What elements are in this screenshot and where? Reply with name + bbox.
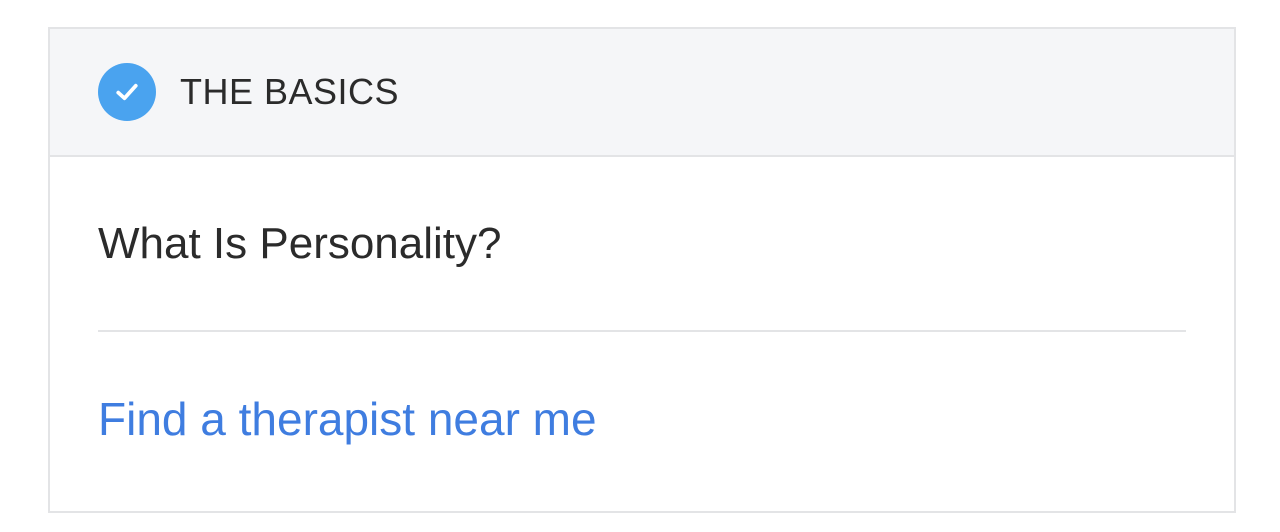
card-body: What Is Personality? Find a therapist ne… — [50, 157, 1234, 446]
section-title: THE BASICS — [180, 71, 400, 112]
card-header: THE BASICS — [50, 29, 1234, 157]
check-circle-icon — [98, 63, 156, 121]
basics-card: THE BASICS What Is Personality? Find a t… — [48, 27, 1236, 513]
find-therapist-link[interactable]: Find a therapist near me — [98, 332, 1186, 446]
article-link-what-is-personality[interactable]: What Is Personality? — [98, 157, 1186, 332]
